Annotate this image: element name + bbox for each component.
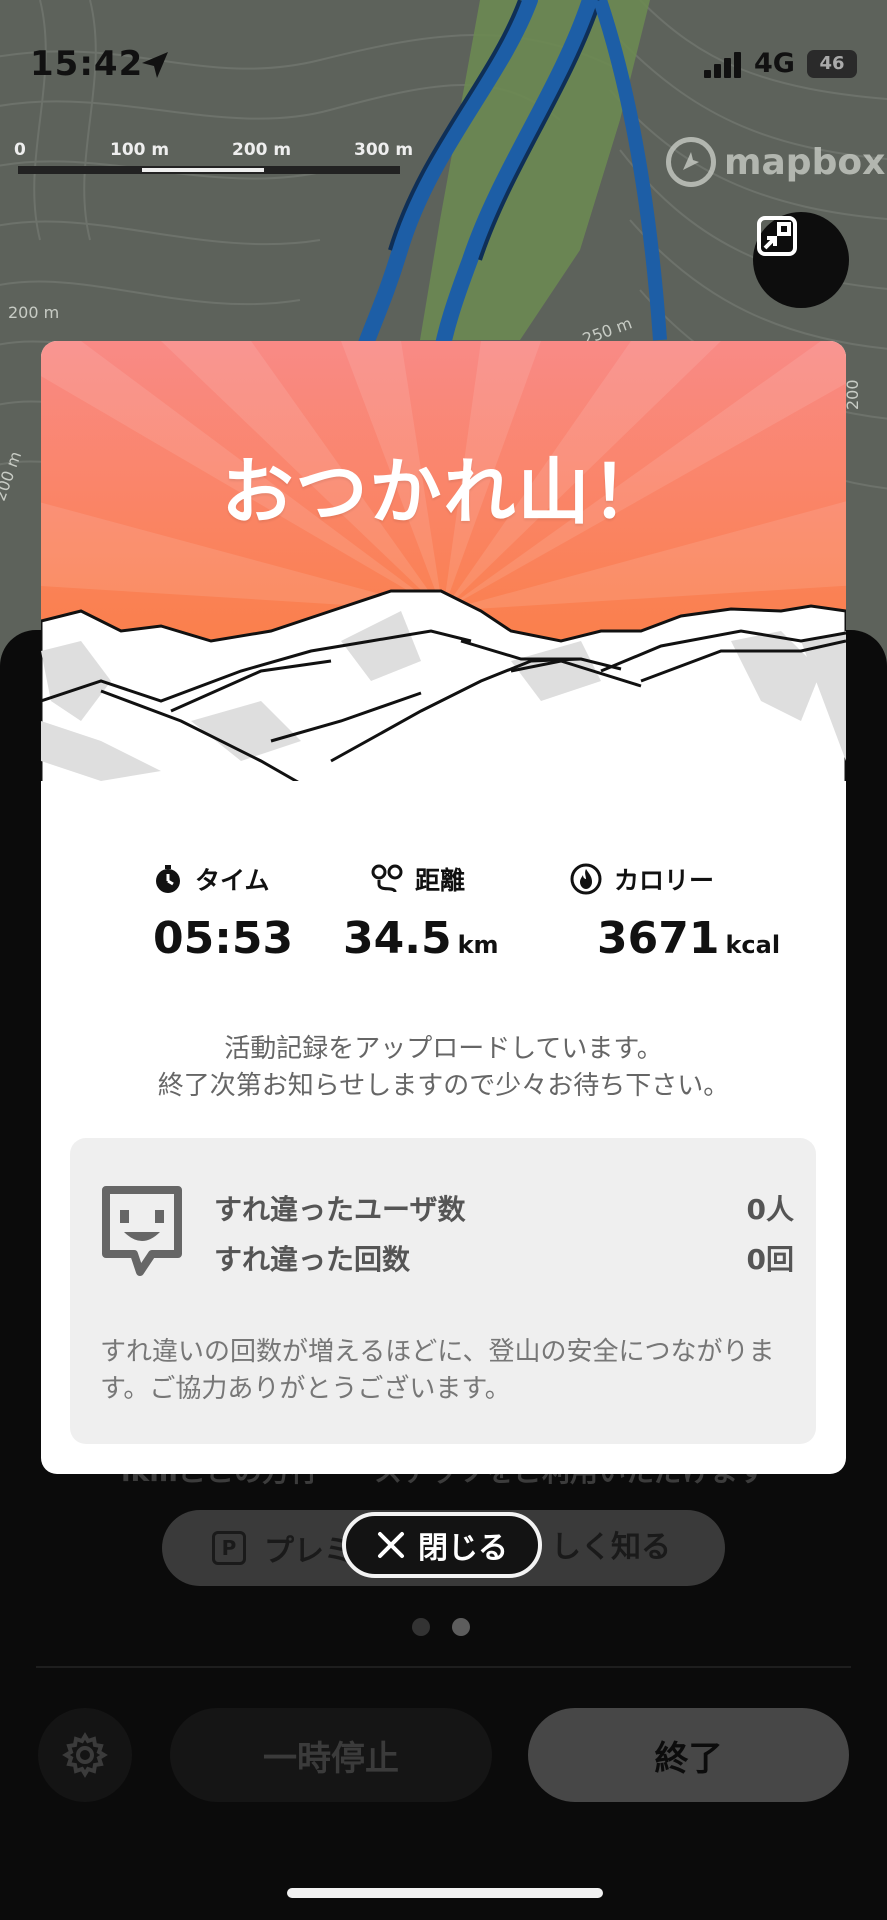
premium-label-left: プレミ bbox=[264, 1534, 354, 1569]
pass-count-label: すれ違った回数 bbox=[214, 1243, 411, 1276]
upload-message-line2: 終了次第お知らせしますので少々お待ち下さい。 bbox=[157, 1071, 730, 1101]
mapbox-logo-icon bbox=[666, 137, 716, 187]
stat-calorie-unit: kcal bbox=[725, 931, 781, 959]
stat-distance-unit: km bbox=[457, 931, 499, 959]
exit-fullscreen-icon bbox=[757, 216, 797, 256]
flame-icon bbox=[570, 863, 602, 895]
close-icon bbox=[378, 1532, 404, 1558]
close-button-label: 閉じる bbox=[418, 1531, 508, 1566]
stat-distance: 距離 34.5 km bbox=[343, 859, 499, 964]
stat-time-value: 05:53 bbox=[153, 913, 294, 964]
network-type: 4G bbox=[754, 48, 795, 79]
stat-calorie: カロリー 3671 kcal bbox=[556, 859, 780, 964]
pass-users-row: すれ違ったユーザ数 0人 bbox=[214, 1188, 794, 1228]
page-indicator bbox=[412, 1618, 470, 1636]
cellular-signal-icon bbox=[704, 52, 741, 78]
pause-button[interactable]: 一時停止 bbox=[170, 1708, 492, 1802]
pass-users-value: 0人 bbox=[746, 1193, 794, 1226]
battery-level: 46 bbox=[819, 53, 845, 74]
stopwatch-icon bbox=[156, 865, 180, 893]
scale-label: 0 bbox=[14, 140, 26, 160]
completion-modal: おつかれ山！ タイム 05:53 距離 34.5 km カロリー 3671 kc… bbox=[41, 341, 846, 1474]
status-time: 15:42 bbox=[30, 44, 144, 84]
scale-label: 200 m bbox=[232, 140, 292, 160]
mapbox-attribution[interactable]: mapbox bbox=[666, 134, 885, 190]
pass-users-label: すれ違ったユーザ数 bbox=[214, 1193, 466, 1226]
pass-count-row: すれ違った回数 0回 bbox=[214, 1238, 794, 1278]
upload-message: 活動記録をアップロードしています。 終了次第お知らせしますので少々お待ち下さい。 bbox=[41, 1031, 846, 1105]
contour-label: 200 m bbox=[8, 303, 59, 322]
stat-distance-value: 34.5 bbox=[343, 913, 452, 964]
divider bbox=[36, 1666, 851, 1668]
scale-label: 300 m bbox=[354, 140, 414, 160]
map-scale-bar: 0 100 m 200 m 300 m bbox=[14, 140, 424, 180]
home-indicator bbox=[287, 1888, 603, 1898]
stat-calorie-label: カロリー bbox=[614, 866, 715, 895]
settings-button[interactable] bbox=[38, 1708, 132, 1802]
route-pin-icon bbox=[371, 864, 403, 893]
stat-time-label: タイム bbox=[195, 866, 270, 895]
scale-label: 100 m bbox=[110, 140, 170, 160]
stat-distance-label: 距離 bbox=[415, 866, 466, 895]
modal-title: おつかれ山！ bbox=[221, 450, 666, 534]
end-button[interactable]: 終了 bbox=[528, 1708, 849, 1802]
upload-message-line1: 活動記録をアップロードしています。 bbox=[224, 1034, 663, 1064]
premium-p-icon: P bbox=[212, 1531, 246, 1565]
activity-stats: タイム 05:53 距離 34.5 km カロリー 3671 kcal bbox=[41, 859, 846, 979]
exit-fullscreen-button[interactable] bbox=[753, 212, 849, 308]
battery-icon: 46 bbox=[807, 50, 857, 78]
mapbox-wordmark: mapbox bbox=[724, 141, 886, 183]
status-bar: 15:42 4G 46 bbox=[0, 0, 887, 120]
stat-calorie-value: 3671 bbox=[597, 913, 720, 964]
scale-bar-graphic bbox=[18, 166, 400, 174]
page-dot bbox=[412, 1618, 430, 1636]
page-dot-active bbox=[452, 1618, 470, 1636]
close-button[interactable]: 閉じる bbox=[342, 1512, 542, 1578]
premium-label-right: しく知る bbox=[551, 1530, 671, 1565]
stat-time: タイム 05:53 bbox=[153, 859, 293, 964]
pass-count-panel: すれ違ったユーザ数 0人 すれ違った回数 0回 すれ違いの回数が増えるほどに、登… bbox=[70, 1138, 816, 1444]
friendly-face-icon bbox=[102, 1186, 182, 1276]
gear-icon bbox=[62, 1732, 108, 1778]
location-arrow-icon bbox=[142, 52, 168, 78]
pass-note: すれ違いの回数が増えるほどに、登山の安全につながります。ご協力ありがとうございま… bbox=[100, 1337, 775, 1404]
pass-count-value: 0回 bbox=[746, 1243, 794, 1276]
hero-illustration bbox=[41, 341, 846, 801]
